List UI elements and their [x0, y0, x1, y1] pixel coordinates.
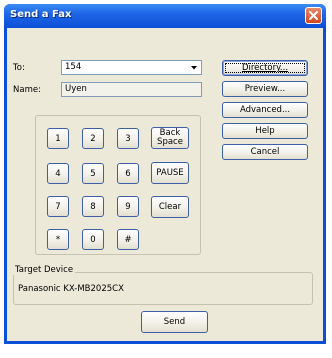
advanced-button[interactable]: Advanced...: [222, 102, 308, 118]
name-field[interactable]: Uyen: [61, 82, 202, 97]
key-star-label: *: [55, 234, 61, 245]
send-label: Send: [163, 317, 186, 327]
clear-button[interactable]: Clear: [151, 196, 189, 218]
backspace-line2: Space: [157, 137, 183, 147]
target-device-group: Panasonic KX-MB2025CX: [13, 272, 313, 305]
key-6-label: 6: [125, 168, 131, 179]
key-9-label: 9: [125, 201, 131, 212]
key-star[interactable]: *: [47, 229, 69, 250]
key-hash-label: #: [124, 234, 132, 245]
to-label: To:: [13, 63, 25, 73]
dialog-body: To: 154 Name: Uyen Directory... Preview.…: [7, 28, 323, 341]
window-title: Send a Fax: [10, 9, 72, 20]
clear-label: Clear: [158, 201, 182, 212]
pause-label: PAUSE: [156, 167, 184, 178]
key-0[interactable]: 0: [82, 229, 104, 250]
key-4-label: 4: [55, 168, 61, 179]
key-7-label: 7: [55, 201, 61, 212]
key-0-label: 0: [90, 234, 96, 245]
key-8-label: 8: [90, 201, 96, 212]
cancel-button[interactable]: Cancel: [222, 144, 308, 160]
to-value: 154: [65, 62, 82, 72]
pause-button[interactable]: PAUSE: [151, 162, 189, 184]
key-7[interactable]: 7: [47, 196, 69, 217]
chevron-down-icon[interactable]: [188, 62, 200, 73]
help-button[interactable]: Help: [222, 123, 308, 139]
key-2[interactable]: 2: [82, 128, 104, 149]
name-label: Name:: [13, 85, 41, 95]
preview-button[interactable]: Preview...: [222, 81, 308, 97]
key-hash[interactable]: #: [117, 229, 139, 250]
name-value: Uyen: [65, 84, 87, 94]
key-8[interactable]: 8: [82, 196, 104, 217]
directory-label: Directory...: [241, 63, 289, 73]
key-5-label: 5: [90, 168, 96, 179]
backspace-label: Back Space: [157, 129, 183, 147]
key-1-label: 1: [55, 133, 61, 144]
key-4[interactable]: 4: [47, 163, 69, 184]
key-3[interactable]: 3: [117, 128, 139, 149]
key-5[interactable]: 5: [82, 163, 104, 184]
key-3-label: 3: [125, 133, 131, 144]
help-label: Help: [255, 126, 275, 136]
preview-label: Preview...: [244, 84, 286, 94]
target-device-name: Panasonic KX-MB2025CX: [18, 284, 124, 294]
key-6[interactable]: 6: [117, 163, 139, 184]
cancel-label: Cancel: [250, 147, 280, 157]
key-2-label: 2: [90, 133, 96, 144]
title-bar[interactable]: Send a Fax: [4, 4, 326, 28]
close-icon: [309, 11, 318, 20]
key-9[interactable]: 9: [117, 196, 139, 217]
target-device-legend: Target Device: [13, 265, 76, 275]
key-1[interactable]: 1: [47, 128, 69, 149]
send-button[interactable]: Send: [141, 311, 208, 333]
send-fax-window: Send a Fax To: 154 Name: Uyen Directory.…: [4, 4, 326, 344]
close-button[interactable]: [305, 7, 322, 24]
backspace-button[interactable]: Back Space: [151, 127, 189, 149]
to-combobox[interactable]: 154: [61, 60, 202, 75]
directory-button[interactable]: Directory...: [222, 60, 308, 76]
advanced-label: Advanced...: [239, 105, 291, 115]
